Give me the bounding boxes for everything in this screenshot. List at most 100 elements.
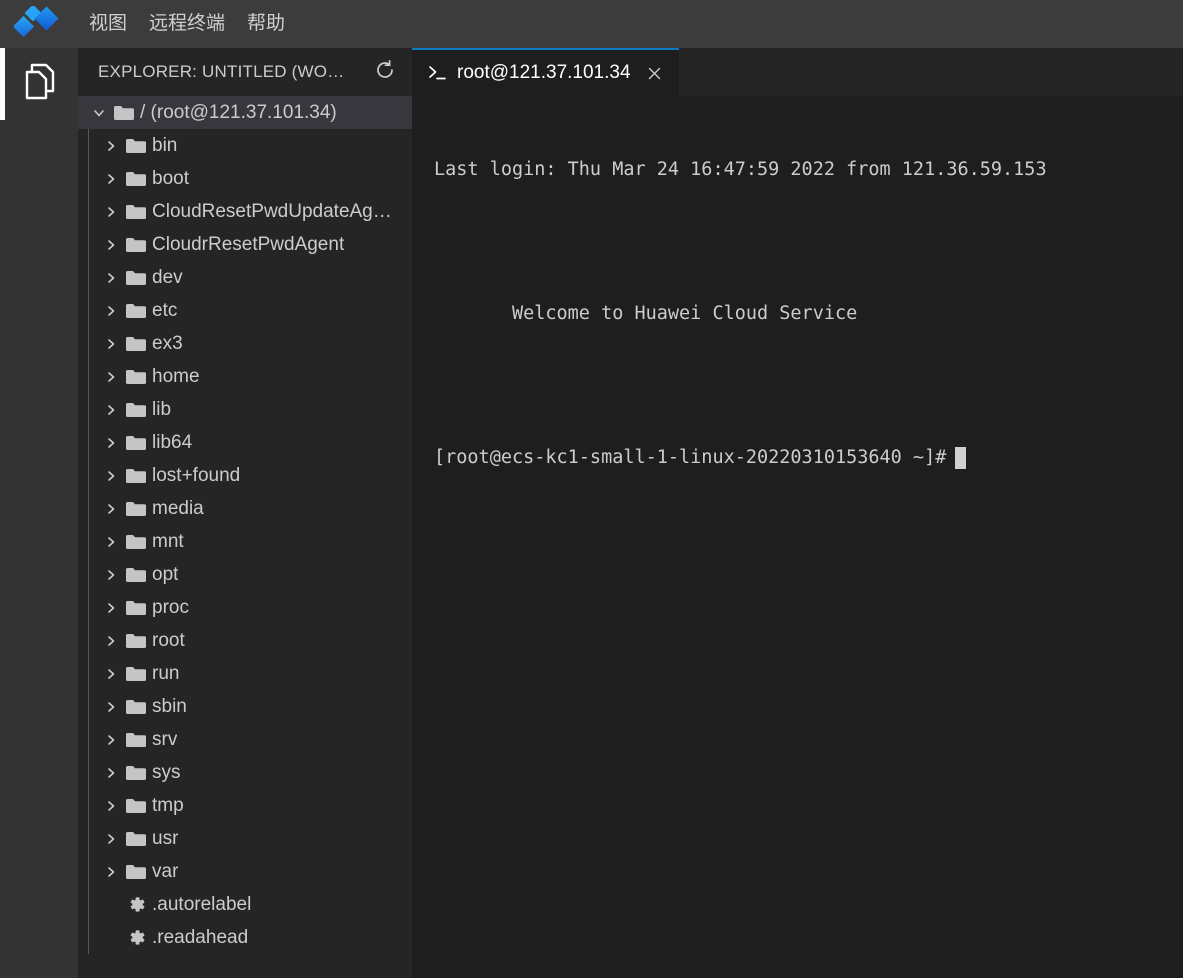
chevron-right-icon[interactable] xyxy=(100,700,122,714)
chevron-right-icon[interactable] xyxy=(100,304,122,318)
folder-icon xyxy=(122,632,150,650)
tree-row-label: usr xyxy=(152,827,179,849)
tree-row-label: opt xyxy=(152,563,179,585)
chevron-right-icon[interactable] xyxy=(100,634,122,648)
folder-icon xyxy=(122,269,150,287)
tree-row-label: srv xyxy=(152,728,178,750)
tree-row[interactable]: usr xyxy=(78,822,412,855)
tree-row[interactable]: .autorelabel xyxy=(78,888,412,921)
chevron-right-icon[interactable] xyxy=(100,502,122,516)
chevron-right-icon[interactable] xyxy=(100,832,122,846)
chevron-right-icon[interactable] xyxy=(100,733,122,747)
tree-row[interactable]: root xyxy=(78,624,412,657)
tab-bar: root@121.37.101.34 xyxy=(412,48,1183,96)
app-logo xyxy=(0,0,78,48)
refresh-button[interactable] xyxy=(372,59,398,85)
tree-row[interactable]: ex3 xyxy=(78,327,412,360)
tree-row[interactable]: CloudrResetPwdAgent xyxy=(78,228,412,261)
folder-icon xyxy=(122,830,150,848)
chevron-right-icon[interactable] xyxy=(100,370,122,384)
menu-help[interactable]: 帮助 xyxy=(236,0,296,48)
chevron-right-icon[interactable] xyxy=(100,535,122,549)
tree-row-label: var xyxy=(152,860,179,882)
tree-row-label: .autorelabel xyxy=(152,893,252,915)
tree-row[interactable]: mnt xyxy=(78,525,412,558)
tree-row[interactable]: srv xyxy=(78,723,412,756)
folder-icon xyxy=(122,203,150,221)
tree-row[interactable]: proc xyxy=(78,591,412,624)
chevron-right-icon[interactable] xyxy=(100,799,122,813)
folder-icon xyxy=(122,797,150,815)
tree-row[interactable]: .readahead xyxy=(78,921,412,954)
tree-row-root[interactable]: / (root@121.37.101.34) xyxy=(78,96,412,129)
active-indicator xyxy=(0,48,5,120)
file-tree[interactable]: / (root@121.37.101.34) bin boot CloudReset… xyxy=(78,96,412,978)
tree-row[interactable]: media xyxy=(78,492,412,525)
tree-row[interactable]: home xyxy=(78,360,412,393)
folder-icon xyxy=(122,731,150,749)
tree-row[interactable]: tmp xyxy=(78,789,412,822)
folder-icon xyxy=(122,863,150,881)
tree-row[interactable]: run xyxy=(78,657,412,690)
folder-icon xyxy=(122,434,150,452)
tree-row[interactable]: dev xyxy=(78,261,412,294)
folder-icon xyxy=(122,236,150,254)
chevron-right-icon[interactable] xyxy=(100,568,122,582)
chevron-right-icon[interactable] xyxy=(100,766,122,780)
chevron-right-icon[interactable] xyxy=(100,238,122,252)
tree-row-label: CloudrResetPwdAgent xyxy=(152,233,345,255)
chevron-right-icon[interactable] xyxy=(100,436,122,450)
terminal-prompt-line: [root@ecs-kc1-small-1-linux-202203101536… xyxy=(434,446,1183,470)
tree-row[interactable]: lib64 xyxy=(78,426,412,459)
chevron-right-icon[interactable] xyxy=(100,139,122,153)
tree-row[interactable]: opt xyxy=(78,558,412,591)
folder-icon xyxy=(122,335,150,353)
folder-icon xyxy=(122,137,150,155)
chevron-right-icon[interactable] xyxy=(100,403,122,417)
menu-remote-terminal[interactable]: 远程终端 xyxy=(138,0,236,48)
tree-row[interactable]: boot xyxy=(78,162,412,195)
tree-row[interactable]: lost+found xyxy=(78,459,412,492)
folder-icon xyxy=(122,401,150,419)
gear-file-icon xyxy=(122,895,150,914)
menu-view[interactable]: 视图 xyxy=(78,0,138,48)
terminal-line: Last login: Thu Mar 24 16:47:59 2022 fro… xyxy=(434,159,1047,180)
tree-row[interactable]: sbin xyxy=(78,690,412,723)
chevron-right-icon[interactable] xyxy=(100,271,122,285)
chevron-right-icon[interactable] xyxy=(100,865,122,879)
chevron-right-icon[interactable] xyxy=(100,337,122,351)
tree-row[interactable]: var xyxy=(78,855,412,888)
tree-row[interactable]: etc xyxy=(78,294,412,327)
tree-row[interactable]: lib xyxy=(78,393,412,426)
gear-file-icon xyxy=(122,928,150,947)
tree-row[interactable]: CloudResetPwdUpdateAg… xyxy=(78,195,412,228)
folder-icon xyxy=(122,302,150,320)
chevron-right-icon[interactable] xyxy=(100,205,122,219)
tree-row-label: proc xyxy=(152,596,189,618)
tree-row-label: mnt xyxy=(152,530,184,552)
folder-icon xyxy=(122,533,150,551)
chevron-right-icon[interactable] xyxy=(100,469,122,483)
tree-row[interactable]: sys xyxy=(78,756,412,789)
tree-row-label: lost+found xyxy=(152,464,241,486)
chevron-down-icon[interactable] xyxy=(88,106,110,120)
tree-row-label: home xyxy=(152,365,200,387)
tab-terminal-root[interactable]: root@121.37.101.34 xyxy=(412,48,679,96)
chevron-right-icon[interactable] xyxy=(100,172,122,186)
workbench: EXPLORER: UNTITLED (WO… / (root@121.37.1… xyxy=(0,48,1183,978)
app-window: 视图 远程终端 帮助 EXPLORER: UNTITLED (WO… / (ro… xyxy=(0,0,1183,978)
folder-icon xyxy=(122,764,150,782)
tree-row-label: dev xyxy=(152,266,183,288)
activity-item-explorer[interactable] xyxy=(0,48,78,120)
sidebar-header: EXPLORER: UNTITLED (WO… xyxy=(78,48,412,96)
terminal-prompt: [root@ecs-kc1-small-1-linux-202203101536… xyxy=(434,447,947,468)
terminal-output[interactable]: Last login: Thu Mar 24 16:47:59 2022 fro… xyxy=(412,96,1183,978)
chevron-right-icon[interactable] xyxy=(100,667,122,681)
folder-icon xyxy=(122,170,150,188)
tree-row[interactable]: bin xyxy=(78,129,412,162)
tree-row-label: sbin xyxy=(152,695,187,717)
chevron-right-icon[interactable] xyxy=(100,601,122,615)
close-icon[interactable] xyxy=(645,63,665,83)
folder-icon xyxy=(122,467,150,485)
